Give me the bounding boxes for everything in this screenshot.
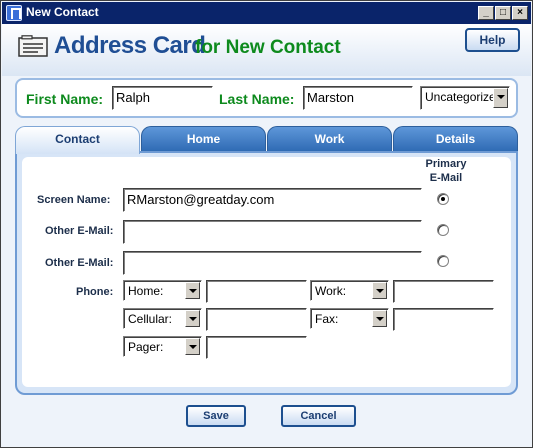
last-name-field[interactable]: Marston <box>303 86 413 110</box>
chevron-down-icon[interactable] <box>185 282 200 299</box>
phone-type-3: Cellular: <box>128 312 173 326</box>
primary-email-radio-3[interactable] <box>437 255 449 267</box>
screen-name-field[interactable]: RMarston@greatday.com <box>123 188 422 212</box>
first-name-label: First Name: <box>26 91 104 107</box>
page-subtitle: for New Contact <box>195 37 341 58</box>
window-title: New Contact <box>26 5 99 19</box>
phone-field-3[interactable] <box>206 308 307 331</box>
title-bar[interactable]: New Contact _ □ × <box>2 2 531 24</box>
other-email-label-1: Other E-Mail: <box>45 225 114 237</box>
page-title: Address Card <box>54 32 206 59</box>
primary-label: Primary <box>425 158 467 170</box>
other-email-label-2: Other E-Mail: <box>45 257 114 269</box>
app-icon <box>6 5 22 21</box>
phone-type-select-2[interactable]: Work: <box>310 280 389 301</box>
minimize-button[interactable]: _ <box>478 6 494 20</box>
primary-email-radio-1[interactable] <box>437 193 449 205</box>
primary-email-header: Primary E-Mail <box>421 157 471 185</box>
help-button[interactable]: Help <box>465 28 520 52</box>
phone-type-1: Home: <box>128 284 164 298</box>
cancel-button[interactable]: Cancel <box>281 405 356 427</box>
chevron-down-icon[interactable] <box>185 338 200 355</box>
new-contact-window: New Contact _ □ × Address Card for New C… <box>0 0 533 448</box>
phone-field-5[interactable] <box>206 336 307 359</box>
phone-type-5: Pager: <box>128 340 164 354</box>
chevron-down-icon[interactable] <box>493 88 508 108</box>
tab-contact[interactable]: Contact <box>15 126 140 154</box>
phone-type-2: Work: <box>315 284 347 298</box>
last-name-label: Last Name: <box>219 91 295 107</box>
phone-type-select-1[interactable]: Home: <box>123 280 202 301</box>
tab-details[interactable]: Details <box>393 126 518 152</box>
chevron-down-icon[interactable] <box>185 310 200 327</box>
phone-field-4[interactable] <box>393 308 494 331</box>
maximize-button[interactable]: □ <box>495 6 511 20</box>
save-button[interactable]: Save <box>186 405 246 427</box>
tab-work[interactable]: Work <box>267 126 392 152</box>
phone-field-1[interactable] <box>206 280 307 303</box>
first-name-field[interactable]: Ralph <box>112 86 213 110</box>
phone-type-select-3[interactable]: Cellular: <box>123 308 202 329</box>
other-email-field-1[interactable] <box>123 220 422 244</box>
address-card-icon <box>18 35 48 57</box>
phone-type-select-5[interactable]: Pager: <box>123 336 202 357</box>
email-label: E-Mail <box>429 172 463 184</box>
category-select[interactable]: Uncategorized <box>420 86 510 110</box>
chevron-down-icon[interactable] <box>372 282 387 299</box>
header: Address Card for New Contact Help <box>2 24 531 76</box>
name-panel: First Name: Ralph Last Name: Marston Unc… <box>15 78 518 118</box>
tab-home[interactable]: Home <box>141 126 266 152</box>
phone-field-2[interactable] <box>393 280 494 303</box>
close-button[interactable]: × <box>512 6 528 20</box>
primary-email-radio-2[interactable] <box>437 224 449 236</box>
phone-type-4: Fax: <box>315 312 339 326</box>
phone-label: Phone: <box>76 286 114 298</box>
other-email-field-2[interactable] <box>123 251 422 275</box>
category-value: Uncategorized <box>425 90 493 104</box>
chevron-down-icon[interactable] <box>372 310 387 327</box>
phone-type-select-4[interactable]: Fax: <box>310 308 389 329</box>
screen-name-label: Screen Name: <box>37 194 111 206</box>
